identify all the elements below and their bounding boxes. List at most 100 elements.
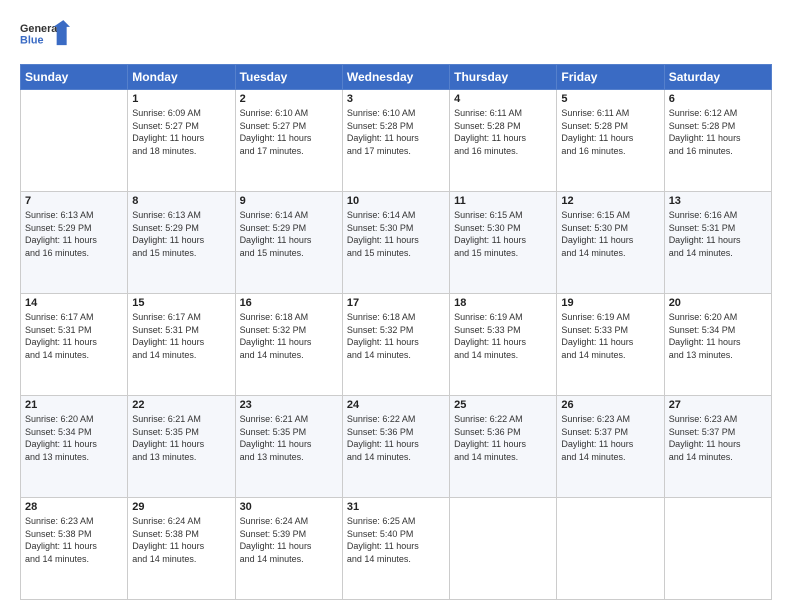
- day-number: 2: [240, 93, 338, 105]
- day-info: Sunrise: 6:22 AMSunset: 5:36 PMDaylight:…: [347, 413, 445, 463]
- day-number: 10: [347, 195, 445, 207]
- day-cell: 13Sunrise: 6:16 AMSunset: 5:31 PMDayligh…: [664, 192, 771, 294]
- day-number: 19: [561, 297, 659, 309]
- day-info: Sunrise: 6:20 AMSunset: 5:34 PMDaylight:…: [25, 413, 123, 463]
- day-cell: 17Sunrise: 6:18 AMSunset: 5:32 PMDayligh…: [342, 294, 449, 396]
- day-number: 28: [25, 501, 123, 513]
- day-info: Sunrise: 6:10 AMSunset: 5:27 PMDaylight:…: [240, 107, 338, 157]
- day-number: 29: [132, 501, 230, 513]
- day-info: Sunrise: 6:20 AMSunset: 5:34 PMDaylight:…: [669, 311, 767, 361]
- day-cell: 1 Sunrise: 6:09 AMSunset: 5:27 PMDaylight…: [128, 90, 235, 192]
- header-saturday: Saturday: [664, 65, 771, 90]
- calendar-table: SundayMondayTuesdayWednesdayThursdayFrid…: [20, 64, 772, 600]
- day-info: Sunrise: 6:17 AMSunset: 5:31 PMDaylight:…: [132, 311, 230, 361]
- day-number: 23: [240, 399, 338, 411]
- calendar-header-row: SundayMondayTuesdayWednesdayThursdayFrid…: [21, 65, 772, 90]
- day-number: 20: [669, 297, 767, 309]
- day-cell: 9Sunrise: 6:14 AMSunset: 5:29 PMDaylight…: [235, 192, 342, 294]
- day-info: Sunrise: 6:21 AMSunset: 5:35 PMDaylight:…: [132, 413, 230, 463]
- day-info: Sunrise: 6:23 AMSunset: 5:37 PMDaylight:…: [669, 413, 767, 463]
- day-info: Sunrise: 6:15 AMSunset: 5:30 PMDaylight:…: [561, 209, 659, 259]
- day-number: 9: [240, 195, 338, 207]
- header-sunday: Sunday: [21, 65, 128, 90]
- day-cell: [664, 498, 771, 600]
- day-cell: 18Sunrise: 6:19 AMSunset: 5:33 PMDayligh…: [450, 294, 557, 396]
- day-number: 1: [132, 93, 230, 105]
- day-number: 4: [454, 93, 552, 105]
- day-cell: 8 Sunrise: 6:13 AMSunset: 5:29 PMDaylight…: [128, 192, 235, 294]
- day-number: 12: [561, 195, 659, 207]
- day-number: 22: [132, 399, 230, 411]
- day-number: 5: [561, 93, 659, 105]
- day-cell: 21 Sunrise: 6:20 AMSunset: 5:34 PMDayligh…: [21, 396, 128, 498]
- logo: General Blue: [20, 16, 70, 56]
- header-monday: Monday: [128, 65, 235, 90]
- day-number: 26: [561, 399, 659, 411]
- day-info: Sunrise: 6:17 AMSunset: 5:31 PMDaylight:…: [25, 311, 123, 361]
- header: General Blue: [20, 16, 772, 56]
- day-info: Sunrise: 6:13 AMSunset: 5:29 PMDaylight:…: [132, 209, 230, 259]
- day-cell: 19 Sunrise: 6:19 AMSunset: 5:33 PMDayligh…: [557, 294, 664, 396]
- week-row-3: 21 Sunrise: 6:20 AMSunset: 5:34 PMDayligh…: [21, 396, 772, 498]
- day-info: Sunrise: 6:19 AMSunset: 5:33 PMDaylight:…: [454, 311, 552, 361]
- day-info: Sunrise: 6:18 AMSunset: 5:32 PMDaylight:…: [240, 311, 338, 361]
- day-number: 24: [347, 399, 445, 411]
- day-info: Sunrise: 6:24 AMSunset: 5:39 PMDaylight:…: [240, 515, 338, 565]
- day-cell: 12 Sunrise: 6:15 AMSunset: 5:30 PMDayligh…: [557, 192, 664, 294]
- day-info: Sunrise: 6:23 AMSunset: 5:38 PMDaylight:…: [25, 515, 123, 565]
- day-cell: [450, 498, 557, 600]
- day-number: 16: [240, 297, 338, 309]
- day-number: 6: [669, 93, 767, 105]
- day-info: Sunrise: 6:18 AMSunset: 5:32 PMDaylight:…: [347, 311, 445, 361]
- day-cell: 11 Sunrise: 6:15 AMSunset: 5:30 PMDayligh…: [450, 192, 557, 294]
- day-info: Sunrise: 6:21 AMSunset: 5:35 PMDaylight:…: [240, 413, 338, 463]
- page: General Blue SundayMondayTuesdayWednesda…: [0, 0, 792, 612]
- day-info: Sunrise: 6:11 AMSunset: 5:28 PMDaylight:…: [454, 107, 552, 157]
- day-cell: 2 Sunrise: 6:10 AMSunset: 5:27 PMDaylight…: [235, 90, 342, 192]
- day-info: Sunrise: 6:22 AMSunset: 5:36 PMDaylight:…: [454, 413, 552, 463]
- day-number: 8: [132, 195, 230, 207]
- day-cell: 16 Sunrise: 6:18 AMSunset: 5:32 PMDayligh…: [235, 294, 342, 396]
- day-number: 25: [454, 399, 552, 411]
- logo-svg: General Blue: [20, 16, 70, 56]
- day-info: Sunrise: 6:14 AMSunset: 5:30 PMDaylight:…: [347, 209, 445, 259]
- header-wednesday: Wednesday: [342, 65, 449, 90]
- day-cell: 26Sunrise: 6:23 AMSunset: 5:37 PMDayligh…: [557, 396, 664, 498]
- day-number: 31: [347, 501, 445, 513]
- svg-text:General: General: [20, 23, 60, 35]
- week-row-4: 28 Sunrise: 6:23 AMSunset: 5:38 PMDayligh…: [21, 498, 772, 600]
- day-number: 21: [25, 399, 123, 411]
- day-cell: 22 Sunrise: 6:21 AMSunset: 5:35 PMDayligh…: [128, 396, 235, 498]
- day-cell: 14Sunrise: 6:17 AMSunset: 5:31 PMDayligh…: [21, 294, 128, 396]
- svg-text:Blue: Blue: [20, 35, 43, 47]
- day-number: 30: [240, 501, 338, 513]
- day-cell: 24 Sunrise: 6:22 AMSunset: 5:36 PMDayligh…: [342, 396, 449, 498]
- day-cell: 7Sunrise: 6:13 AMSunset: 5:29 PMDaylight…: [21, 192, 128, 294]
- day-cell: 29 Sunrise: 6:24 AMSunset: 5:38 PMDayligh…: [128, 498, 235, 600]
- day-info: Sunrise: 6:10 AMSunset: 5:28 PMDaylight:…: [347, 107, 445, 157]
- day-info: Sunrise: 6:09 AMSunset: 5:27 PMDaylight:…: [132, 107, 230, 157]
- day-cell: [21, 90, 128, 192]
- day-info: Sunrise: 6:25 AMSunset: 5:40 PMDaylight:…: [347, 515, 445, 565]
- day-cell: 6 Sunrise: 6:12 AMSunset: 5:28 PMDaylight…: [664, 90, 771, 192]
- day-info: Sunrise: 6:15 AMSunset: 5:30 PMDaylight:…: [454, 209, 552, 259]
- day-cell: 30 Sunrise: 6:24 AMSunset: 5:39 PMDayligh…: [235, 498, 342, 600]
- day-cell: 25 Sunrise: 6:22 AMSunset: 5:36 PMDayligh…: [450, 396, 557, 498]
- week-row-1: 7 Sunrise: 6:13 AMSunset: 5:29 PMDaylight…: [21, 192, 772, 294]
- day-cell: 31 Sunrise: 6:25 AMSunset: 5:40 PMDayligh…: [342, 498, 449, 600]
- day-cell: 10 Sunrise: 6:14 AMSunset: 5:30 PMDayligh…: [342, 192, 449, 294]
- day-cell: [557, 498, 664, 600]
- day-cell: 27Sunrise: 6:23 AMSunset: 5:37 PMDayligh…: [664, 396, 771, 498]
- day-number: 15: [132, 297, 230, 309]
- day-info: Sunrise: 6:19 AMSunset: 5:33 PMDaylight:…: [561, 311, 659, 361]
- day-info: Sunrise: 6:11 AMSunset: 5:28 PMDaylight:…: [561, 107, 659, 157]
- day-info: Sunrise: 6:24 AMSunset: 5:38 PMDaylight:…: [132, 515, 230, 565]
- day-number: 7: [25, 195, 123, 207]
- header-friday: Friday: [557, 65, 664, 90]
- day-cell: 20 Sunrise: 6:20 AMSunset: 5:34 PMDayligh…: [664, 294, 771, 396]
- day-info: Sunrise: 6:12 AMSunset: 5:28 PMDaylight:…: [669, 107, 767, 157]
- day-cell: 23 Sunrise: 6:21 AMSunset: 5:35 PMDayligh…: [235, 396, 342, 498]
- day-info: Sunrise: 6:16 AMSunset: 5:31 PMDaylight:…: [669, 209, 767, 259]
- day-number: 11: [454, 195, 552, 207]
- day-cell: 28 Sunrise: 6:23 AMSunset: 5:38 PMDayligh…: [21, 498, 128, 600]
